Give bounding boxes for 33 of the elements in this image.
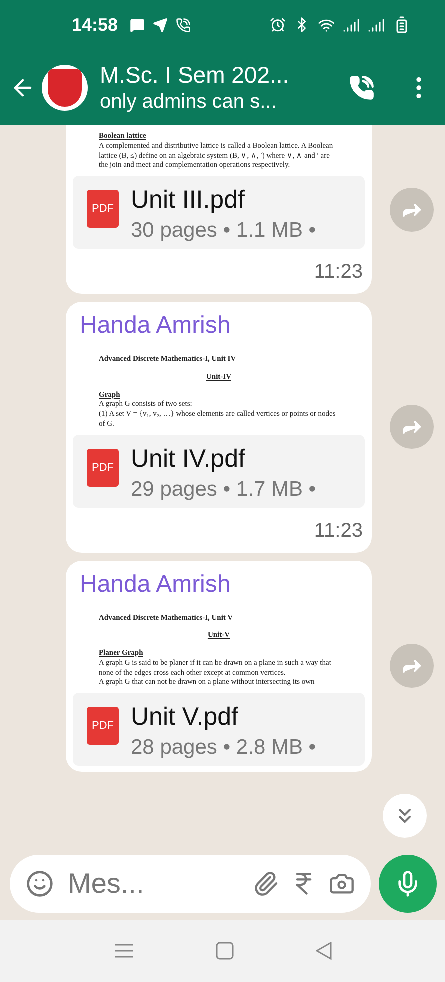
pdf-icon: PDF (87, 190, 119, 228)
file-attachment[interactable]: PDF Unit IV.pdf 29 pages • 1.7 MB • (73, 434, 365, 508)
attach-icon[interactable] (253, 871, 279, 897)
file-info: 28 pages • 2.8 MB • (131, 736, 316, 760)
message-time: 11:23 (313, 260, 364, 285)
scroll-down-button[interactable] (383, 794, 427, 838)
file-name: Unit V.pdf (131, 703, 240, 732)
message-icon (130, 18, 146, 32)
file-info: 29 pages • 1.7 MB • (131, 478, 316, 502)
signal-icon (368, 16, 385, 34)
chat-subtitle: only admins can s... (100, 90, 278, 114)
message-input[interactable]: Mes... (66, 867, 160, 901)
sender-name: Handa Amrish (79, 311, 232, 341)
signal-icon (343, 16, 360, 34)
file-attachment[interactable]: PDF Unit III.pdf 30 pages • 1.1 MB • (73, 176, 365, 249)
emoji-icon[interactable] (26, 870, 54, 898)
file-info: 30 pages • 1.1 MB • (131, 219, 316, 243)
group-avatar[interactable] (42, 64, 88, 110)
home-icon[interactable] (216, 942, 234, 960)
pdf-icon: PDF (87, 707, 119, 745)
chat-title[interactable]: M.Sc. I Sem 202... (100, 62, 343, 88)
sender-name: Handa Amrish (79, 570, 232, 600)
status-time: 14:58 (72, 14, 118, 36)
message-time: 11:23 (313, 518, 364, 544)
phone-icon (176, 18, 192, 32)
pdf-icon: PDF (87, 448, 119, 486)
file-name: Unit III.pdf (131, 186, 246, 215)
send-icon (153, 18, 168, 32)
back-icon[interactable] (316, 942, 332, 960)
file-attachment[interactable]: PDF Unit V.pdf 28 pages • 2.8 MB • (73, 693, 365, 766)
menu-icon[interactable] (114, 943, 134, 959)
file-name: Unit IV.pdf (131, 444, 246, 474)
alarm-icon (270, 17, 286, 33)
